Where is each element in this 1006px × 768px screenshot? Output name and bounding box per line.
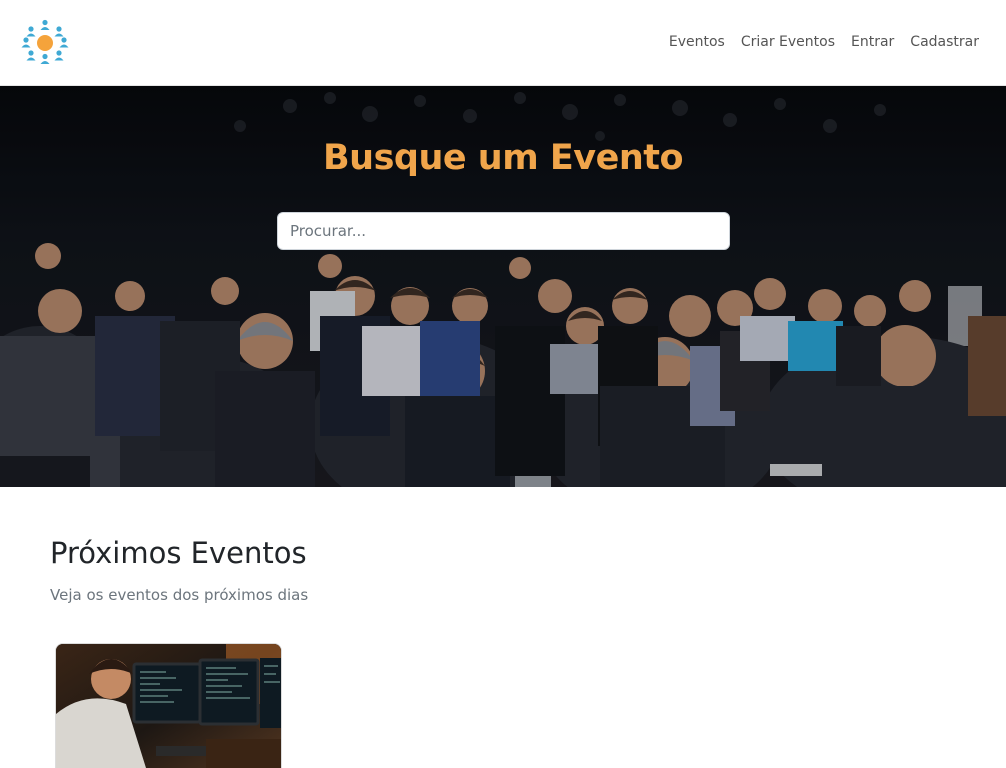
nav-link-entrar[interactable]: Entrar — [851, 34, 894, 50]
upcoming-events-subtitle: Veja os eventos dos próximos dias — [50, 586, 309, 604]
event-card[interactable] — [55, 643, 282, 768]
hero-banner: Busque um Evento — [0, 86, 1006, 487]
nav-link-criar-eventos[interactable]: Criar Eventos — [741, 34, 835, 50]
hero-title: Busque um Evento — [322, 138, 684, 178]
nav-link-eventos[interactable]: Eventos — [669, 34, 725, 50]
logo-people-network-icon — [21, 19, 69, 64]
nav-link-cadastrar[interactable]: Cadastrar — [910, 34, 979, 50]
upcoming-events-title: Próximos Eventos — [50, 536, 307, 570]
navbar: Eventos Criar Eventos Entrar Cadastrar — [0, 0, 1006, 86]
search-input[interactable] — [277, 212, 730, 250]
event-card-image — [56, 644, 281, 768]
nav-menu: Eventos Criar Eventos Entrar Cadastrar — [669, 34, 979, 50]
